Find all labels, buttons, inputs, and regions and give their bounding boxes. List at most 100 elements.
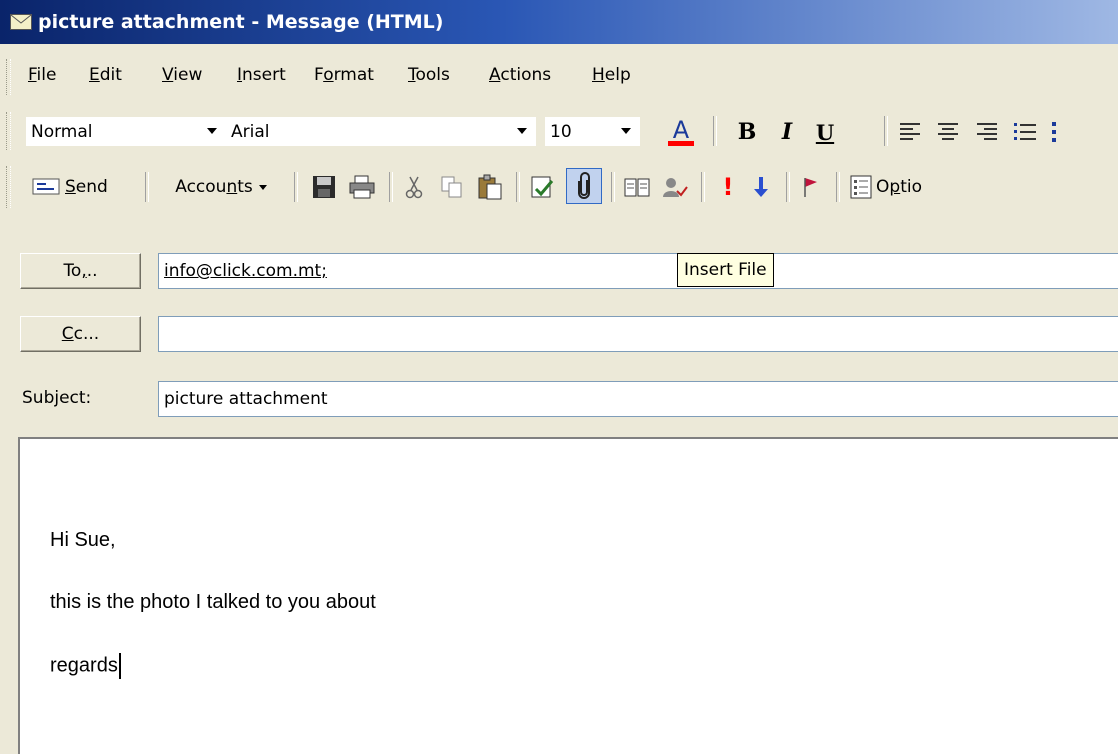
italic-button[interactable]: I bbox=[770, 116, 804, 148]
numbering-button[interactable] bbox=[1048, 118, 1062, 146]
toolbar-separator bbox=[884, 116, 888, 146]
address-book-button[interactable] bbox=[620, 172, 654, 202]
copy-button[interactable] bbox=[436, 172, 468, 202]
send-icon bbox=[32, 178, 60, 195]
subject-value: picture attachment bbox=[164, 389, 328, 409]
cut-button[interactable] bbox=[398, 172, 430, 202]
standard-grip[interactable] bbox=[6, 166, 11, 208]
font-color-icon: A bbox=[668, 116, 694, 146]
menu-format[interactable]: Format bbox=[314, 65, 374, 85]
toolbar-separator bbox=[786, 172, 790, 202]
formatting-toolbar: Normal Arial 10 A B I U bbox=[0, 108, 1118, 154]
exclamation-icon: ! bbox=[722, 173, 734, 201]
envelope-icon bbox=[10, 14, 32, 30]
toolbar-separator bbox=[516, 172, 520, 202]
menu-bar: File Edit View Insert Format Tools Actio… bbox=[0, 55, 1118, 99]
chevron-down-icon bbox=[621, 128, 631, 134]
align-center-icon bbox=[938, 123, 958, 140]
body-line-closing: regards bbox=[50, 653, 121, 679]
font-size-combo[interactable]: 10 bbox=[545, 117, 640, 146]
chevron-down-icon bbox=[207, 128, 217, 134]
cc-button[interactable]: Cc... bbox=[20, 316, 141, 352]
to-field[interactable]: info@click.com.mt; bbox=[158, 253, 1118, 289]
align-right-icon bbox=[977, 123, 997, 140]
subject-field[interactable]: picture attachment bbox=[158, 381, 1118, 417]
toolbar-separator bbox=[701, 172, 705, 202]
svg-text:A: A bbox=[673, 116, 690, 144]
check-names-person-button[interactable] bbox=[658, 172, 692, 202]
options-label: Optio bbox=[876, 177, 922, 197]
send-button[interactable]: Send bbox=[18, 170, 138, 204]
toolbar-separator bbox=[611, 172, 615, 202]
printer-icon bbox=[349, 175, 375, 199]
options-button[interactable]: Optio bbox=[846, 170, 1118, 204]
copy-icon bbox=[441, 176, 462, 198]
bold-button[interactable]: B bbox=[730, 116, 764, 148]
to-recipient[interactable]: info@click.com.mt; bbox=[164, 261, 327, 281]
check-names-button[interactable] bbox=[527, 172, 559, 202]
options-icon bbox=[850, 175, 872, 199]
menu-actions[interactable]: Actions bbox=[489, 65, 551, 85]
font-value: Arial bbox=[231, 121, 270, 142]
underline-button[interactable]: U bbox=[808, 116, 842, 148]
chevron-down-icon bbox=[258, 184, 267, 190]
font-size-value: 10 bbox=[550, 121, 572, 142]
to-button[interactable]: To,.. bbox=[20, 253, 141, 289]
tooltip-text: Insert File bbox=[684, 260, 767, 280]
toolbar-separator bbox=[713, 116, 717, 146]
toolbar-separator bbox=[294, 172, 298, 202]
font-color-button[interactable]: A bbox=[662, 114, 700, 150]
text-caret bbox=[118, 653, 121, 679]
insert-file-tooltip: Insert File bbox=[677, 253, 774, 287]
formatting-grip[interactable] bbox=[6, 112, 11, 150]
follow-up-flag-button[interactable] bbox=[796, 172, 826, 202]
bullets-button[interactable] bbox=[1010, 118, 1040, 146]
align-left-button[interactable] bbox=[895, 118, 925, 146]
importance-high-button[interactable]: ! bbox=[713, 172, 743, 202]
clipboard-icon bbox=[478, 174, 502, 200]
bullet-list-icon bbox=[1014, 123, 1036, 140]
title-bar[interactable]: picture attachment - Message (HTML) bbox=[0, 0, 1118, 44]
accounts-label: Accounts bbox=[175, 177, 253, 197]
insert-file-button[interactable] bbox=[566, 168, 602, 204]
align-right-button[interactable] bbox=[972, 118, 1002, 146]
body-line-greeting: Hi Sue, bbox=[50, 529, 116, 551]
cc-field[interactable] bbox=[158, 316, 1118, 352]
scissors-icon bbox=[405, 176, 423, 199]
style-combo[interactable]: Normal bbox=[26, 117, 226, 146]
save-button[interactable] bbox=[308, 172, 340, 202]
check-names-icon bbox=[531, 176, 554, 198]
cc-button-label: Cc... bbox=[61, 324, 100, 344]
italic-icon: I bbox=[781, 119, 793, 145]
window-title: picture attachment - Message (HTML) bbox=[38, 11, 444, 33]
floppy-disk-icon bbox=[313, 176, 335, 198]
menu-grip[interactable] bbox=[6, 59, 11, 95]
address-book-icon bbox=[624, 178, 650, 197]
menu-view[interactable]: View bbox=[162, 65, 202, 85]
menu-insert[interactable]: Insert bbox=[237, 65, 286, 85]
font-combo[interactable]: Arial bbox=[226, 117, 536, 146]
menu-edit[interactable]: Edit bbox=[89, 65, 122, 85]
accounts-button[interactable]: Accounts bbox=[156, 170, 286, 204]
menu-help[interactable]: Help bbox=[592, 65, 631, 85]
print-button[interactable] bbox=[346, 172, 378, 202]
underline-icon: U bbox=[815, 119, 835, 145]
subject-label: Subject: bbox=[22, 388, 92, 408]
message-body[interactable]: Hi Sue, this is the photo I talked to yo… bbox=[18, 437, 1118, 754]
importance-low-button[interactable] bbox=[746, 172, 776, 202]
align-center-button[interactable] bbox=[933, 118, 963, 146]
arrow-down-icon bbox=[754, 177, 768, 197]
align-left-icon bbox=[900, 123, 920, 140]
style-value: Normal bbox=[31, 121, 93, 142]
person-check-icon bbox=[663, 178, 688, 197]
menu-tools[interactable]: Tools bbox=[408, 65, 450, 85]
bold-icon: B bbox=[737, 119, 757, 145]
body-line-message: this is the photo I talked to you about bbox=[50, 591, 376, 613]
toolbar-separator bbox=[389, 172, 393, 202]
numbered-list-icon bbox=[1052, 122, 1056, 142]
paste-button[interactable] bbox=[474, 172, 506, 202]
paperclip-icon bbox=[578, 172, 590, 199]
menu-file[interactable]: File bbox=[28, 65, 56, 85]
send-label: Send bbox=[65, 177, 108, 197]
toolbar-separator bbox=[145, 172, 149, 202]
